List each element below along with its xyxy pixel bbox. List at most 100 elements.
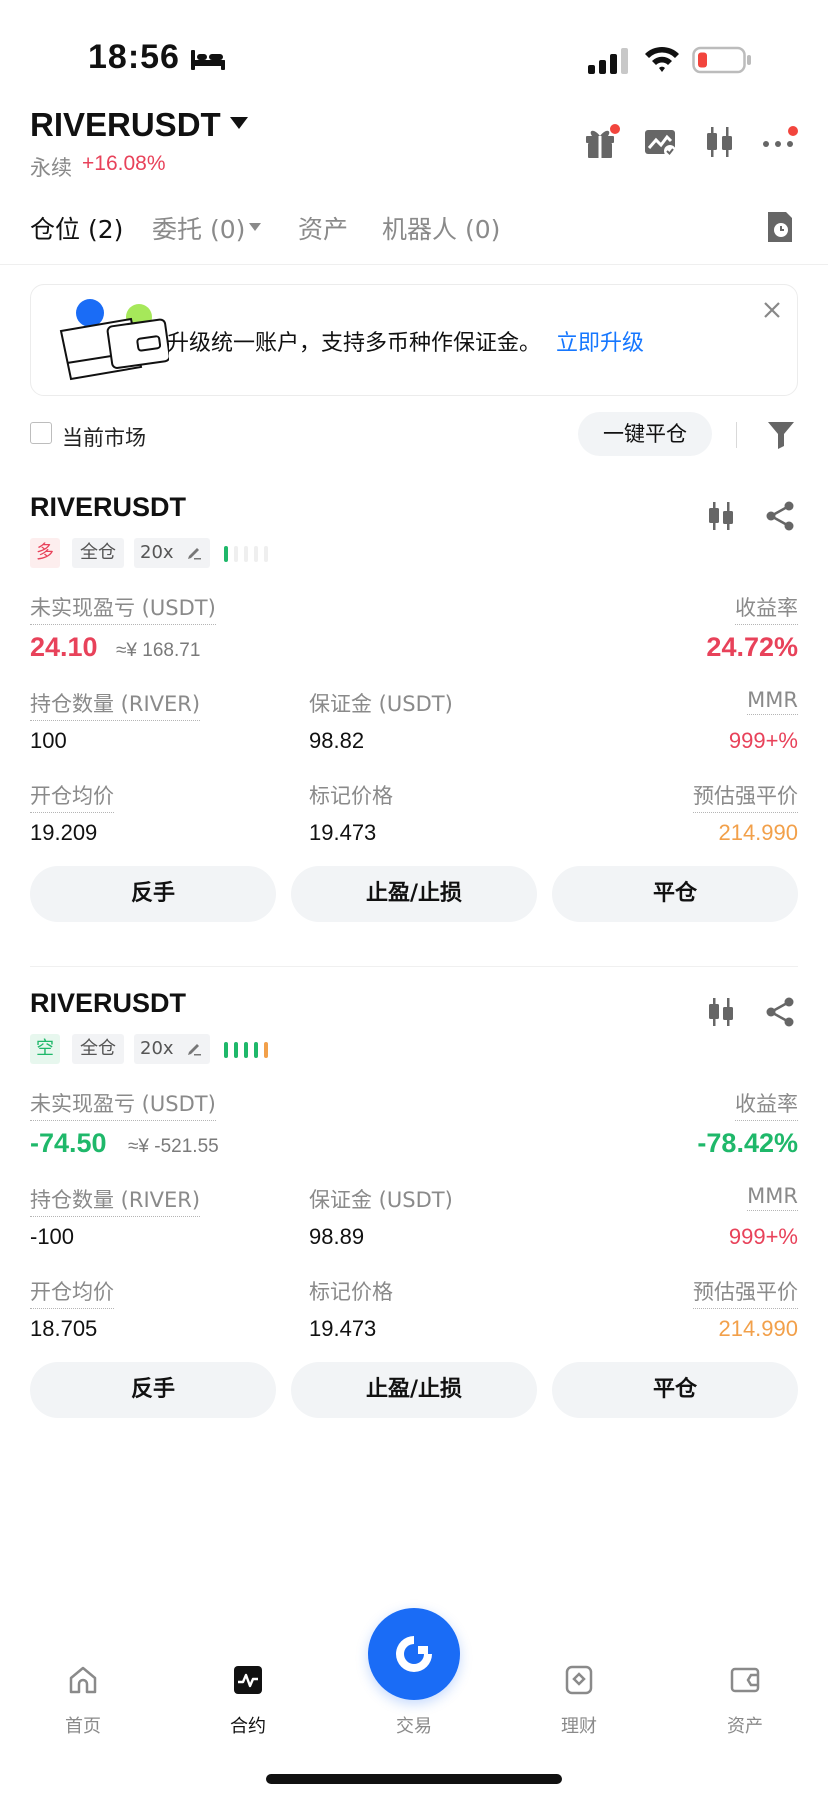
- position-card-long: RIVERUSDT 多 全仓 20x 未实现盈亏 (USDT) 收益率 24.1…: [0, 492, 828, 962]
- mmr-value: 999+%: [728, 1224, 798, 1249]
- candlestick-icon[interactable]: [706, 500, 736, 532]
- leverage-badge[interactable]: 20x: [134, 1034, 210, 1064]
- position-card-short: RIVERUSDT 空 全仓 20x 未实现盈亏 (USDT) 收益率 -74.…: [0, 988, 828, 1458]
- margin-mode-badge[interactable]: 全仓: [72, 1034, 124, 1064]
- history-icon[interactable]: [764, 210, 796, 244]
- unrealized-pnl-value: -74.50: [30, 1128, 107, 1158]
- price-change-percent: +16.08%: [82, 152, 166, 175]
- unrealized-pnl-cny: ≈¥ -521.55: [128, 1136, 219, 1157]
- image-button[interactable]: [640, 122, 680, 162]
- position-symbol[interactable]: RIVERUSDT: [30, 988, 186, 1019]
- wallet-icon: [730, 1667, 760, 1693]
- margin-value: 98.82: [309, 728, 365, 753]
- battery-low-icon: [692, 46, 751, 74]
- unrealized-pnl-value: 24.10: [30, 632, 98, 662]
- trade-icon: [396, 1636, 432, 1672]
- filter-row: 当前市场 一键平仓: [0, 410, 828, 460]
- position-tabs: 仓位 (2) 委托 (0) 资产 机器人 (0): [0, 210, 828, 264]
- more-button[interactable]: [758, 122, 798, 162]
- liq-price-label[interactable]: 预估强平价: [693, 1276, 798, 1309]
- liq-price-value: 214.990: [718, 820, 798, 845]
- wallet-illustration-icon: [59, 299, 169, 381]
- earn-icon: [565, 1665, 593, 1695]
- kline-button[interactable]: [700, 122, 740, 162]
- leverage-badge[interactable]: 20x: [134, 538, 210, 568]
- reverse-button[interactable]: 反手: [30, 866, 276, 922]
- tab-positions[interactable]: 仓位 (2): [30, 210, 123, 246]
- current-market-label[interactable]: 当前市场: [62, 422, 146, 452]
- position-symbol[interactable]: RIVERUSDT: [30, 492, 186, 523]
- roe-value: -78.42%: [697, 1128, 798, 1158]
- caret-down-icon[interactable]: [248, 222, 262, 232]
- tp-sl-button[interactable]: 止盈/止损: [291, 1362, 537, 1418]
- symbol-selector[interactable]: RIVERUSDT: [30, 106, 221, 144]
- upgrade-banner[interactable]: 升级统一账户，支持多币种作保证金。 立即升级: [30, 284, 798, 396]
- edit-icon: [188, 548, 201, 560]
- close-position-button[interactable]: 平仓: [552, 1362, 798, 1418]
- tp-sl-button[interactable]: 止盈/止损: [291, 866, 537, 922]
- close-position-button[interactable]: 平仓: [552, 866, 798, 922]
- entry-price-label[interactable]: 开仓均价: [30, 1276, 114, 1309]
- mark-price-label: 标记价格: [309, 1280, 393, 1304]
- home-icon: [69, 1666, 97, 1694]
- notification-dot: [788, 126, 798, 136]
- risk-level-bars: [224, 546, 268, 562]
- leverage-value: 20x: [140, 1038, 174, 1059]
- nav-label: 资产: [727, 1716, 763, 1737]
- home-indicator: [266, 1774, 562, 1784]
- side-badge: 空: [30, 1034, 60, 1064]
- tab-bots[interactable]: 机器人 (0): [382, 210, 500, 246]
- nav-earn[interactable]: 理财: [524, 1640, 634, 1740]
- position-qty-label[interactable]: 持仓数量 (RIVER): [30, 688, 201, 721]
- close-all-button[interactable]: 一键平仓: [578, 412, 712, 456]
- mark-price-value: 19.473: [309, 820, 377, 845]
- position-qty-value: -100: [30, 1224, 75, 1249]
- sleep-mode-icon: [191, 50, 225, 70]
- liq-price-label[interactable]: 预估强平价: [693, 780, 798, 813]
- current-market-checkbox[interactable]: [30, 422, 52, 444]
- tab-orders[interactable]: 委托 (0): [152, 210, 245, 246]
- entry-price-value: 18.705: [30, 1316, 98, 1341]
- divider: [736, 422, 737, 448]
- trade-fab-button[interactable]: [368, 1608, 460, 1700]
- candlestick-icon: [707, 127, 732, 157]
- nav-futures[interactable]: 合约: [193, 1640, 303, 1740]
- cellular-signal-icon: [588, 48, 628, 74]
- share-icon[interactable]: [764, 996, 796, 1028]
- unrealized-pnl-label[interactable]: 未实现盈亏 (USDT): [30, 592, 216, 625]
- position-qty-label[interactable]: 持仓数量 (RIVER): [30, 1184, 201, 1217]
- mmr-value: 999+%: [728, 728, 798, 753]
- tab-assets[interactable]: 资产: [298, 210, 348, 246]
- nav-label: 理财: [561, 1716, 597, 1737]
- nav-assets[interactable]: 资产: [690, 1640, 800, 1740]
- gift-button[interactable]: [580, 122, 620, 162]
- close-icon[interactable]: [761, 299, 783, 321]
- upgrade-now-link[interactable]: 立即升级: [556, 325, 644, 357]
- banner-text: 升级统一账户，支持多币种作保证金。: [167, 331, 542, 356]
- mmr-label[interactable]: MMR: [747, 1184, 798, 1211]
- divider: [30, 966, 798, 967]
- share-icon[interactable]: [764, 500, 796, 532]
- nav-label: 交易: [396, 1716, 432, 1737]
- mmr-label[interactable]: MMR: [747, 688, 798, 715]
- nav-home[interactable]: 首页: [28, 1640, 138, 1740]
- entry-price-label[interactable]: 开仓均价: [30, 780, 114, 813]
- wifi-icon: [645, 46, 679, 72]
- divider: [0, 264, 828, 265]
- chart-image-icon: [645, 130, 676, 157]
- mark-price-value: 19.473: [309, 1316, 377, 1341]
- filter-icon[interactable]: [766, 418, 796, 450]
- nav-label: 合约: [230, 1716, 266, 1737]
- candlestick-icon[interactable]: [706, 996, 736, 1028]
- roe-label[interactable]: 收益率: [735, 592, 798, 625]
- caret-down-icon[interactable]: [228, 114, 250, 132]
- reverse-button[interactable]: 反手: [30, 1362, 276, 1418]
- market-header: RIVERUSDT 永续 +16.08%: [0, 100, 828, 190]
- roe-label[interactable]: 收益率: [735, 1088, 798, 1121]
- notification-dot: [610, 124, 620, 134]
- unrealized-pnl-label[interactable]: 未实现盈亏 (USDT): [30, 1088, 216, 1121]
- status-bar: 18:56: [0, 0, 828, 110]
- margin-value: 98.89: [309, 1224, 365, 1249]
- liq-price-value: 214.990: [718, 1316, 798, 1341]
- margin-mode-badge[interactable]: 全仓: [72, 538, 124, 568]
